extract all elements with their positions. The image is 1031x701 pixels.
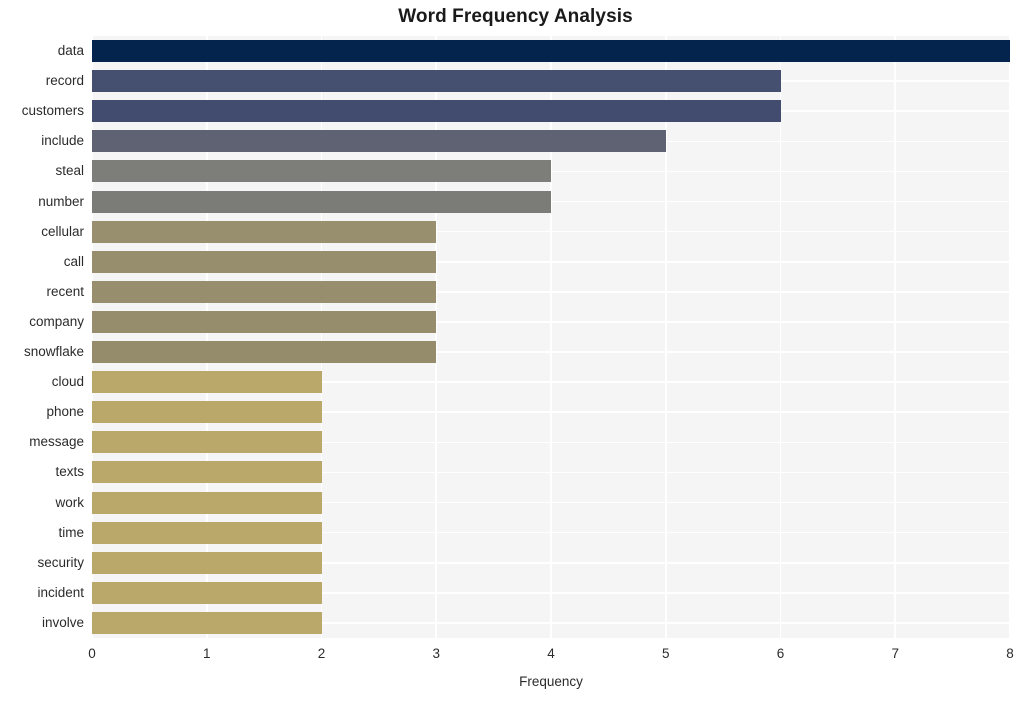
x-axis-tick-label: 7 — [891, 646, 899, 661]
y-axis-tick-label: number — [38, 193, 84, 209]
y-axis-tick-label: texts — [55, 464, 84, 480]
bar — [92, 581, 322, 604]
bar — [92, 461, 322, 484]
bar-series — [92, 36, 1010, 638]
bar — [92, 431, 322, 454]
chart-figure: Word Frequency Analysis data record custom… — [0, 0, 1031, 701]
bar — [92, 341, 437, 364]
x-axis-tick-label: 5 — [661, 646, 670, 661]
bar — [92, 70, 781, 93]
bar — [92, 401, 322, 424]
y-axis-tick-label: security — [37, 554, 84, 570]
x-axis-tick-labels: 0 1 2 3 4 5 6 7 8 — [0, 646, 1031, 666]
page-title: Word Frequency Analysis — [398, 6, 633, 27]
y-axis-tick-label: customers — [21, 103, 84, 119]
y-axis-tick-label: time — [58, 524, 84, 540]
y-axis-tick-label: snowflake — [23, 344, 84, 360]
y-axis-tick-label: call — [63, 253, 84, 269]
y-axis-tick-label: include — [41, 133, 84, 149]
y-axis-tick-label: involve — [41, 614, 84, 630]
plot-area — [91, 36, 1011, 638]
bar — [92, 130, 666, 153]
bar — [92, 220, 437, 243]
x-axis-tick-label: 8 — [1006, 646, 1014, 661]
x-axis-tick-label: 0 — [88, 646, 96, 661]
x-axis-tick-label: 3 — [432, 646, 440, 661]
y-axis-tick-label: recent — [46, 283, 84, 299]
bar — [92, 521, 322, 544]
y-axis-tick-label: message — [29, 434, 84, 450]
y-axis-tick-label: data — [57, 43, 84, 59]
bar — [92, 250, 437, 273]
bar — [92, 190, 551, 213]
y-axis-tick-label: record — [45, 73, 84, 89]
y-axis-tick-labels: data record customers include steal number cel… — [0, 36, 84, 638]
bar — [92, 491, 322, 514]
y-axis-tick-label: phone — [46, 404, 84, 420]
y-axis-tick-label: work — [55, 494, 84, 510]
x-axis-tick-label: 1 — [202, 646, 211, 661]
x-axis-tick-label: 6 — [776, 646, 785, 661]
bar — [92, 551, 322, 574]
x-axis-label: Frequency — [519, 674, 583, 689]
bar — [92, 280, 437, 303]
y-axis-tick-label: cellular — [41, 223, 84, 239]
x-axis-tick-label: 2 — [317, 646, 326, 661]
y-axis-tick-label: company — [29, 313, 84, 329]
y-axis-tick-label: cloud — [51, 374, 84, 390]
x-axis-tick-label: 4 — [547, 646, 555, 661]
y-axis-tick-label: steal — [55, 163, 84, 179]
bar — [92, 371, 322, 394]
y-axis-tick-label: incident — [37, 584, 84, 600]
bar — [92, 160, 551, 183]
bar — [92, 310, 437, 333]
bar — [92, 40, 1010, 63]
bar — [92, 611, 322, 634]
bar — [92, 100, 781, 123]
